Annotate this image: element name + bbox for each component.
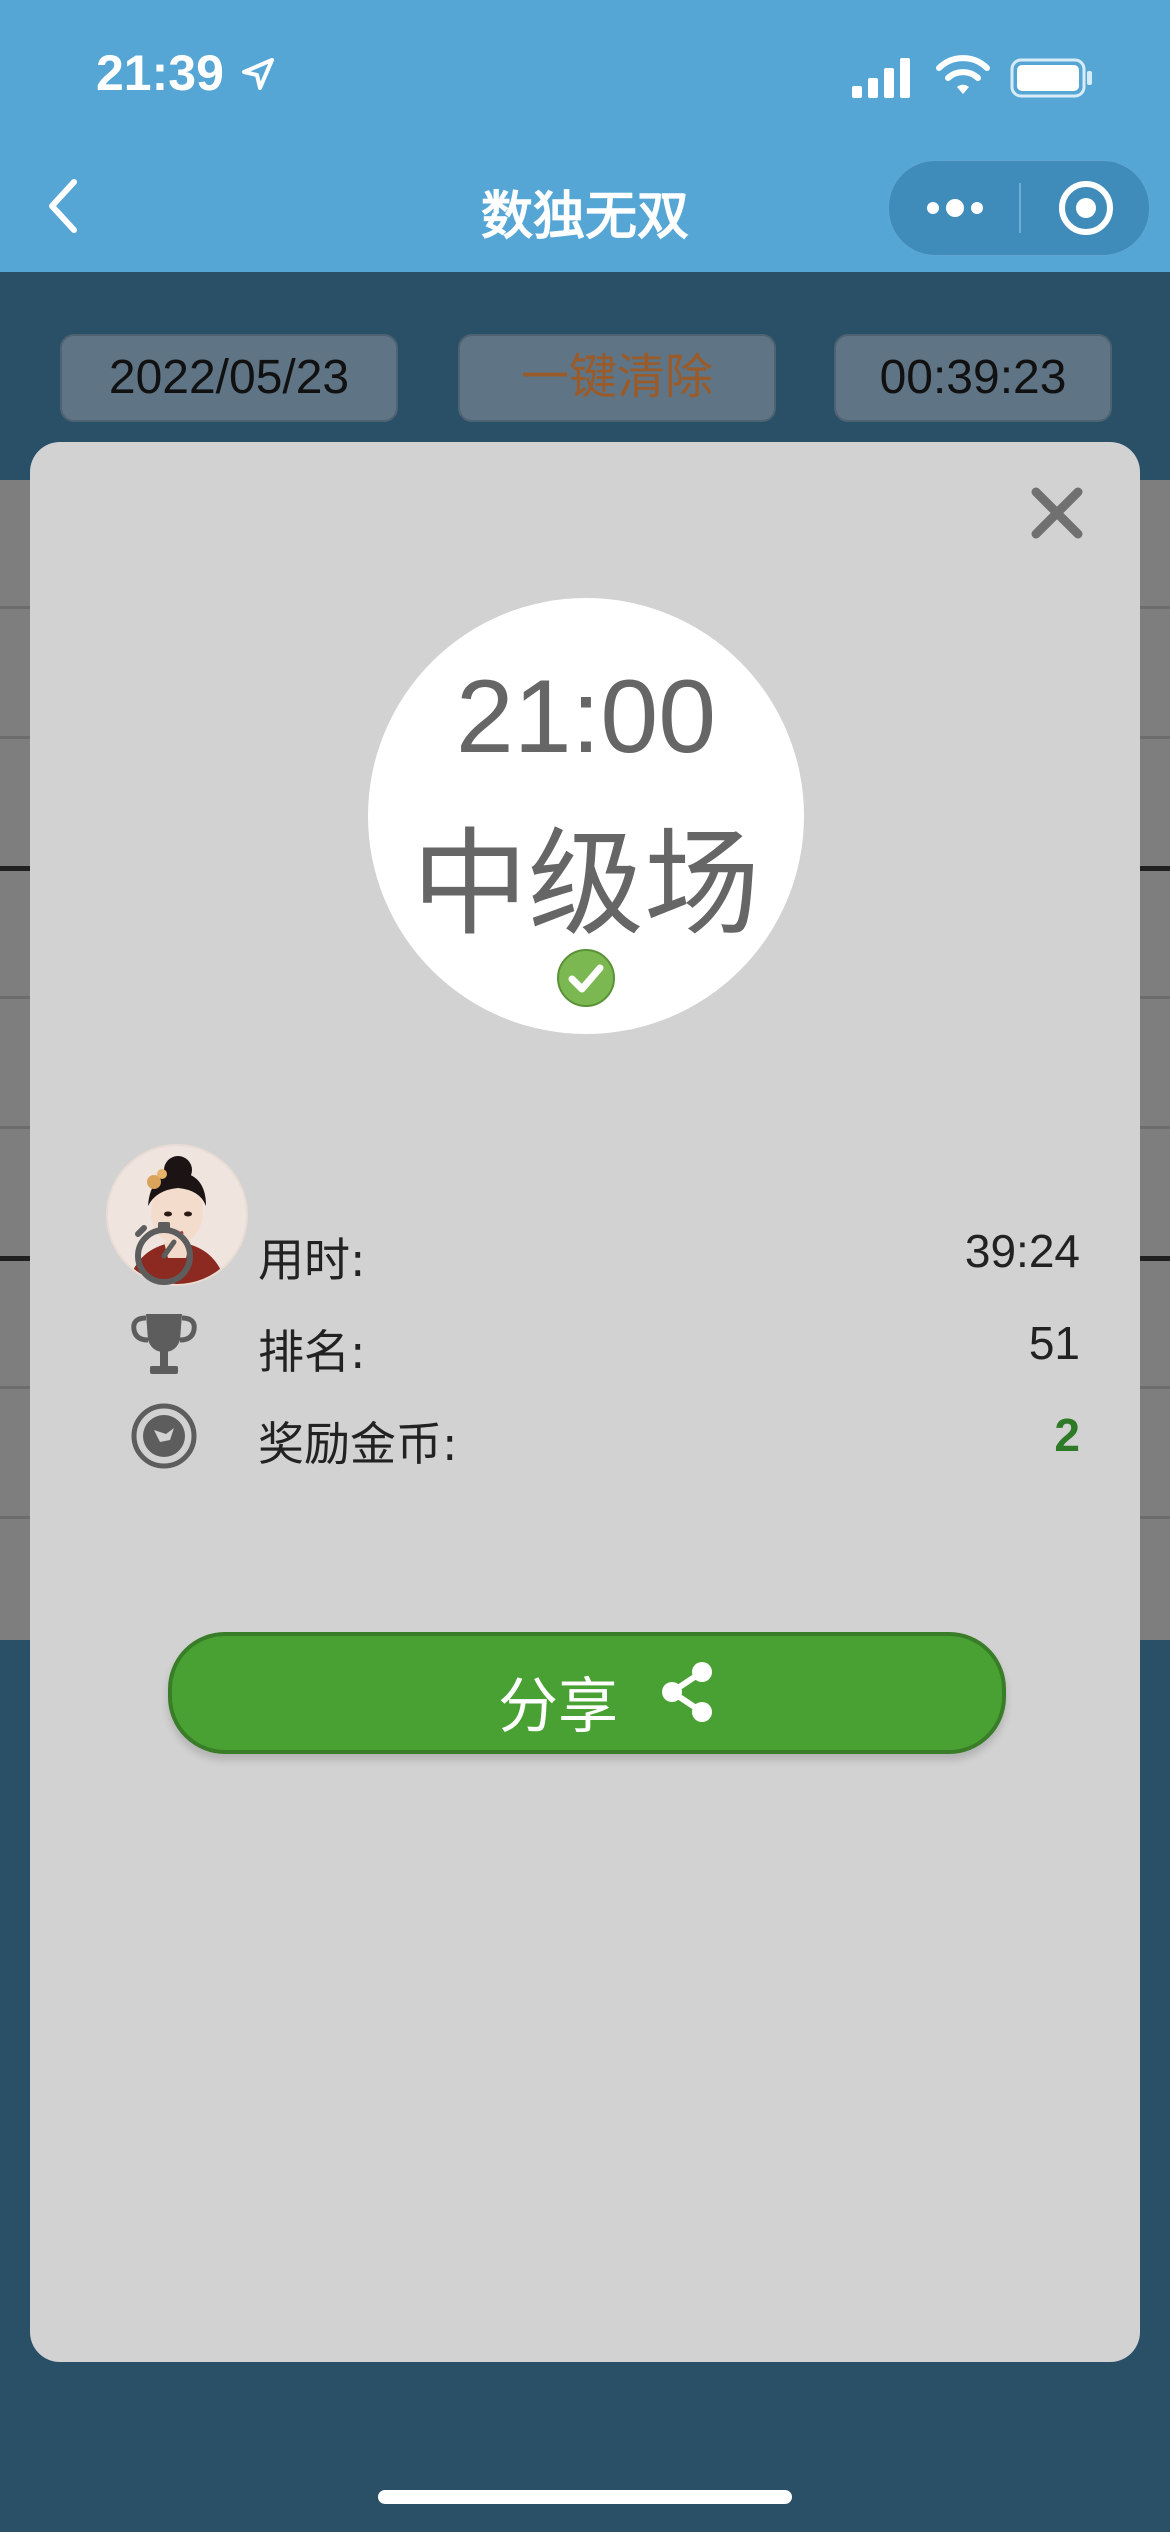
stat-value-rank: 51 xyxy=(1028,1317,1080,1369)
home-indicator[interactable] xyxy=(378,2490,792,2504)
top-bar: 21:39 数独无双 xyxy=(0,0,1170,272)
session-badge: 21:00 中级场 xyxy=(368,598,804,1034)
stat-label: 排名: xyxy=(258,1325,366,1379)
stopwatch-icon xyxy=(135,1222,193,1285)
capsule-divider xyxy=(1019,183,1021,233)
stat-value-coins: 2 xyxy=(1054,1409,1080,1461)
check-circle-icon xyxy=(557,949,615,1007)
more-dots-icon[interactable] xyxy=(925,191,985,225)
trophy-icon xyxy=(131,1314,197,1374)
mini-program-capsule xyxy=(888,160,1150,256)
coin-icon xyxy=(131,1403,197,1469)
session-level: 中级场 xyxy=(412,817,760,952)
result-modal: 21:00 中级场 用时: 39:24 排名: 51 奖励金币: 2 分享 xyxy=(30,442,1140,2362)
close-mini-program-icon[interactable] xyxy=(1057,179,1115,237)
cellular-signal-icon xyxy=(852,58,910,98)
share-label: 分享 xyxy=(498,1672,618,1742)
share-button[interactable]: 分享 xyxy=(168,1632,1006,1754)
share-icon xyxy=(662,1662,712,1722)
close-icon[interactable] xyxy=(1028,484,1086,542)
stat-row-rank: 排名: 51 xyxy=(130,1302,1080,1382)
status-time: 21:39 xyxy=(96,45,224,101)
stat-label: 用时: xyxy=(258,1233,366,1287)
clear-all-button[interactable]: 一键清除 xyxy=(458,334,776,422)
wifi-icon xyxy=(936,55,990,94)
timer-display: 00:39:23 xyxy=(834,334,1112,422)
stat-row-time: 用时: 39:24 xyxy=(130,1210,1080,1290)
stat-value-time: 39:24 xyxy=(964,1225,1080,1277)
date-display: 2022/05/23 xyxy=(60,334,398,422)
battery-icon xyxy=(1010,58,1092,98)
session-time: 21:00 xyxy=(455,659,717,775)
stat-row-coins: 奖励金币: 2 xyxy=(130,1394,1080,1474)
location-arrow-icon xyxy=(242,58,274,90)
stat-label: 奖励金币: xyxy=(258,1417,458,1471)
